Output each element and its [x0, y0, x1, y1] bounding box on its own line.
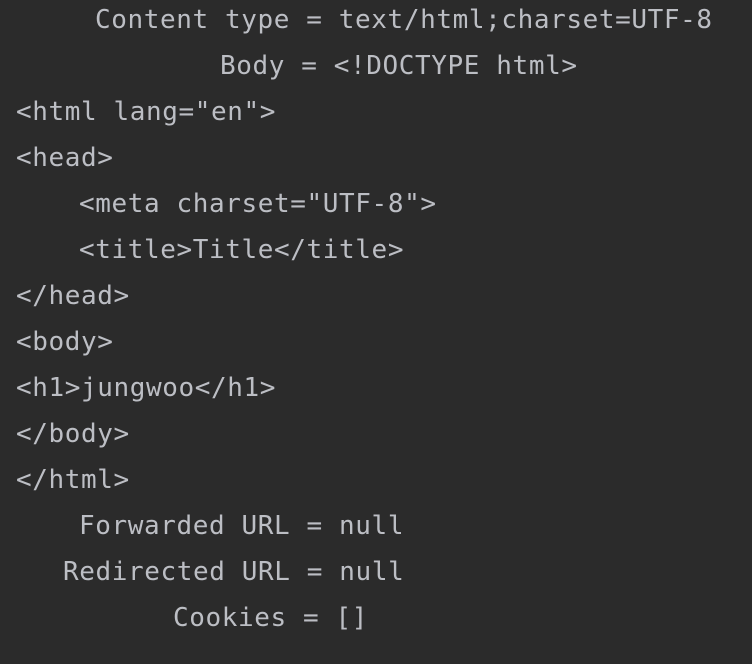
head-open-tag-line: <head> — [16, 143, 114, 173]
html-close-tag-line: </html> — [16, 465, 130, 495]
console-output-panel: Content type = text/html;charset=UTF-8 B… — [0, 0, 752, 664]
head-close-tag-line: </head> — [16, 281, 130, 311]
title-tag-line: <title>Title</title> — [79, 235, 405, 265]
cookies-line: Cookies = [] — [173, 603, 369, 633]
body-line: Body = <!DOCTYPE html> — [220, 51, 578, 81]
redirected-url-line: Redirected URL = null — [63, 557, 405, 587]
content-type-line: Content type = text/html;charset=UTF-8 — [95, 5, 713, 35]
html-open-tag-line: <html lang="en"> — [16, 97, 277, 127]
body-open-tag-line: <body> — [16, 327, 114, 357]
meta-charset-line: <meta charset="UTF-8"> — [79, 189, 437, 219]
body-close-tag-line: </body> — [16, 419, 130, 449]
h1-tag-line: <h1>jungwoo</h1> — [16, 373, 277, 403]
forwarded-url-line: Forwarded URL = null — [79, 511, 405, 541]
